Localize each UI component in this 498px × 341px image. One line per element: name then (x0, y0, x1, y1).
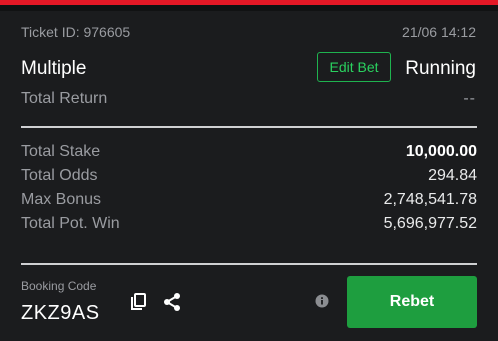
summary-value: 2,748,541.78 (383, 191, 477, 208)
edit-bet-button[interactable]: Edit Bet (317, 52, 391, 82)
booking-code-value: ZKZ9AS (21, 302, 100, 324)
summary-value: 10,000.00 (405, 143, 477, 160)
summary-value: 5,696,977.52 (383, 215, 477, 232)
info-icon-graphic (315, 294, 329, 308)
ticket-date-time: 21/06 14:12 (402, 24, 476, 40)
summary-row-total-pot-win: Total Pot. Win 5,696,977.52 (21, 213, 477, 235)
divider-top (21, 126, 477, 128)
summary-value: 294.84 (428, 167, 477, 184)
copy-icon-graphic (131, 293, 146, 310)
info-icon[interactable] (315, 294, 329, 308)
summary-label: Total Odds (21, 167, 98, 184)
copy-icon[interactable] (128, 291, 150, 313)
summary-row-total-odds: Total Odds 294.84 (21, 165, 477, 187)
share-icon-graphic (164, 293, 180, 311)
divider-bottom (21, 263, 477, 265)
share-icon[interactable] (160, 290, 184, 314)
rebet-button[interactable]: Rebet (347, 276, 477, 328)
bet-type-label: Multiple (21, 58, 87, 79)
total-return-value: -- (463, 90, 476, 107)
total-return-label: Total Return (21, 90, 108, 107)
booking-code-label: Booking Code (21, 279, 97, 293)
summary-row-total-stake: Total Stake 10,000.00 (21, 141, 477, 163)
summary-label: Max Bonus (21, 191, 102, 208)
ticket-id: Ticket ID: 976605 (21, 24, 131, 40)
card-top-gap (0, 5, 498, 11)
summary-label: Total Stake (21, 143, 101, 160)
bet-status: Running (405, 58, 476, 79)
summary-label: Total Pot. Win (21, 215, 120, 232)
summary-row-max-bonus: Max Bonus 2,748,541.78 (21, 189, 477, 211)
